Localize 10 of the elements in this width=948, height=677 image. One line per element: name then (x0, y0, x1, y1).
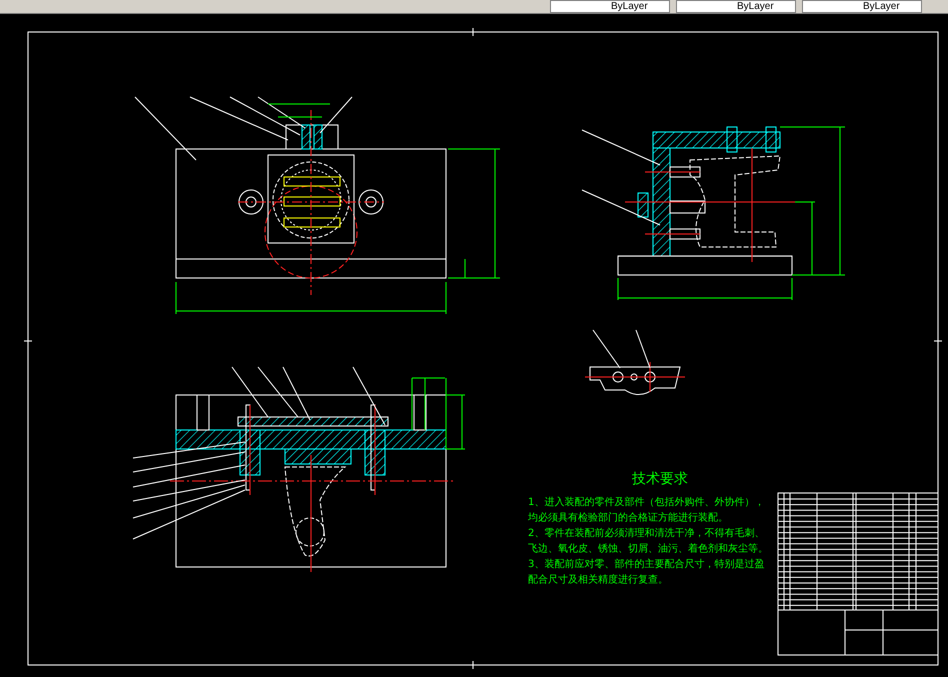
property-dropdown[interactable]: ByLayer (550, 0, 670, 13)
requirement-line: 配合尺寸及相关精度进行复查。 (528, 574, 668, 586)
requirements-title: 技术要求 (632, 471, 688, 487)
property-dropdown[interactable]: ByLayer (676, 0, 796, 13)
requirement-line: 1、进入装配的零件及部件（包括外购件、外协件）， (528, 497, 764, 508)
property-dropdown[interactable]: ByLayer (802, 0, 922, 13)
requirement-line: 3、装配前应对零、部件的主要配合尺寸，特别是过盈 (528, 559, 764, 570)
requirement-line: 均必须具有检验部门的合格证方能进行装配。 (528, 512, 728, 524)
requirement-line: 2、零件在装配前必须清理和清洗干净，不得有毛刺、 (528, 528, 764, 539)
requirement-line: 飞边、氧化皮、锈蚀、切屑、油污、着色剂和灰尘等。 (528, 544, 768, 554)
